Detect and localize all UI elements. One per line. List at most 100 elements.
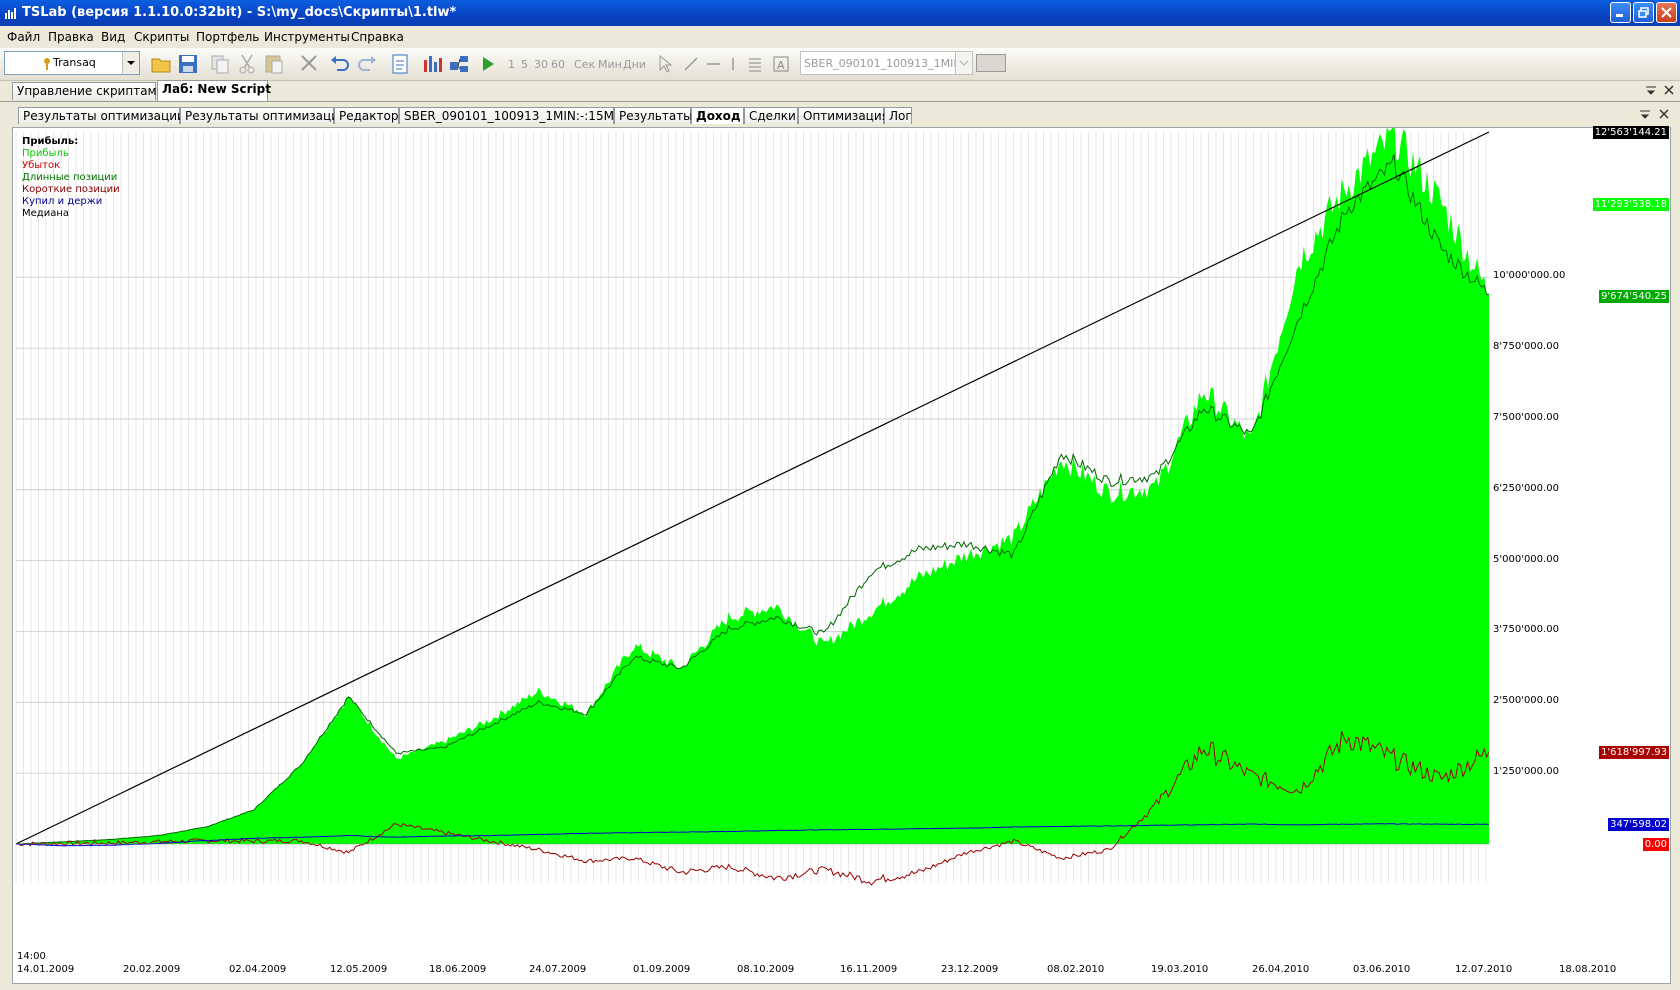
x-tick-label: 23.12.2009 xyxy=(941,964,999,975)
bar-chart-icon[interactable] xyxy=(421,52,443,76)
interval-60[interactable]: 60 xyxy=(551,58,565,71)
cut-icon[interactable] xyxy=(236,52,258,76)
script-properties-icon[interactable] xyxy=(389,52,411,76)
legend-item: Убыток xyxy=(22,160,61,171)
maximize-button[interactable] xyxy=(1633,2,1654,23)
tab-optimization-results-2[interactable]: Результаты оптимизации xyxy=(180,107,347,124)
chart-legend: Прибыль: Прибыль Убыток Длинные позиции Кор… xyxy=(22,136,120,220)
legend-item: Короткие позиции xyxy=(22,184,120,195)
x-tick-label: 12.07.2010 xyxy=(1455,964,1513,975)
value-badge: 11'293'538.18 xyxy=(1592,197,1669,211)
tab-optimization[interactable]: Оптимизация xyxy=(798,107,889,124)
close-icon xyxy=(1661,7,1672,18)
menu-bar: Файл Правка Вид Скрипты Портфель Инструм… xyxy=(0,26,1680,48)
text-tool-icon[interactable]: A xyxy=(772,52,790,76)
window-title: TSLab (версия 1.1.10.0:32bit) - S:\my_do… xyxy=(22,5,457,20)
legend-item: Медиана xyxy=(22,208,69,219)
x-tick-label: 08.02.2010 xyxy=(1047,964,1105,975)
connector-label: Transaq xyxy=(53,56,96,69)
income-chart-plot xyxy=(15,128,1490,886)
chevron-down-icon xyxy=(122,52,139,74)
tab-log[interactable]: Лог xyxy=(884,107,912,124)
symbol-select[interactable]: SBER_090101_100913_1MIN:- xyxy=(800,51,973,75)
run-icon[interactable] xyxy=(478,52,498,76)
tslab-chart-icon xyxy=(5,8,16,19)
tab-results[interactable]: Результаты xyxy=(614,107,693,124)
copy-icon[interactable] xyxy=(209,52,231,76)
interval-1[interactable]: 1 xyxy=(508,58,515,71)
tab-lab-new-script[interactable]: Лаб: New Script xyxy=(157,80,271,101)
legend-title: Прибыль: xyxy=(22,136,79,147)
income-chart: Прибыль: Прибыль Убыток Длинные позиции Кор… xyxy=(12,126,1671,984)
inner-panel-menu-icon[interactable] xyxy=(1639,108,1651,120)
key-icon xyxy=(44,58,50,70)
restore-icon xyxy=(1638,7,1649,18)
y-tick-label: 6'250'000.00 xyxy=(1493,482,1559,494)
inner-tab-row: Результаты оптимизации Результаты оптими… xyxy=(6,103,1674,125)
menu-portfolio[interactable]: Портфель xyxy=(196,30,259,44)
value-badge: 9'674'540.25 xyxy=(1599,289,1669,303)
connector-select[interactable]: Transaq xyxy=(4,51,140,75)
unit-seconds[interactable]: Сек xyxy=(574,58,595,71)
color-swatch[interactable] xyxy=(976,54,1006,72)
pointer-icon[interactable] xyxy=(656,52,674,76)
title-bar: TSLab (версия 1.1.10.0:32bit) - S:\my_do… xyxy=(0,0,1680,26)
value-badge: 1'618'997.93 xyxy=(1599,746,1669,760)
tab-income[interactable]: Доход xyxy=(691,107,744,124)
menu-view[interactable]: Вид xyxy=(101,30,125,44)
x-tick-label: 18.06.2009 xyxy=(429,964,487,975)
menu-edit[interactable]: Правка xyxy=(48,30,94,44)
unit-minutes[interactable]: Мин xyxy=(598,58,622,71)
delete-icon[interactable] xyxy=(298,52,320,76)
tab-symbol-chart[interactable]: SBER_090101_100913_1MIN:-:15M xyxy=(399,107,614,124)
x-tick-label: 26.04.2010 xyxy=(1252,964,1310,975)
menu-file[interactable]: Файл xyxy=(7,30,40,44)
y-tick-label: 3'750'000.00 xyxy=(1493,624,1559,636)
value-badge: 347'598.02 xyxy=(1608,818,1669,832)
minimize-button[interactable] xyxy=(1610,2,1631,23)
undo-icon[interactable] xyxy=(329,52,351,76)
y-tick-label: 5'000'000.00 xyxy=(1493,553,1559,565)
legend-item: Длинные позиции xyxy=(22,172,118,183)
tab-trades[interactable]: Сделки xyxy=(744,107,798,124)
save-icon[interactable] xyxy=(177,52,199,76)
x-tick-label: 14.01.2009 xyxy=(17,964,75,975)
open-folder-icon[interactable] xyxy=(150,52,172,76)
close-window-button[interactable] xyxy=(1656,2,1677,23)
symbol-chevron-icon xyxy=(955,52,972,74)
close-tab-icon[interactable] xyxy=(1663,84,1675,96)
unit-days[interactable]: Дни xyxy=(623,58,646,71)
redo-icon[interactable] xyxy=(356,52,378,76)
tab-script-management[interactable]: Управление скриптами xyxy=(12,82,164,100)
x-tick-label: 08.10.2009 xyxy=(737,964,795,975)
paste-icon[interactable] xyxy=(263,52,285,76)
interval-5[interactable]: 5 xyxy=(521,58,528,71)
x-tick-label: 24.07.2009 xyxy=(529,964,587,975)
horizontal-line-icon[interactable] xyxy=(704,52,722,76)
legend-items: Прибыль Убыток Длинные позиции Короткие поз… xyxy=(22,148,120,220)
menu-scripts[interactable]: Скрипты xyxy=(134,30,189,44)
y-tick-label: 2'500'000.00 xyxy=(1493,695,1559,707)
y-tick-label: 8'750'000.00 xyxy=(1493,341,1559,353)
legend-item: Прибыль xyxy=(22,148,69,159)
time-label: 14:00 xyxy=(17,951,46,962)
interval-30[interactable]: 30 xyxy=(534,58,548,71)
tab-optimization-results-1[interactable]: Результаты оптимизации xyxy=(18,107,185,124)
vertical-line-icon[interactable] xyxy=(728,52,738,76)
x-tick-label: 01.09.2009 xyxy=(633,964,691,975)
menu-help[interactable]: Справка xyxy=(351,30,404,44)
panel-menu-icon[interactable] xyxy=(1645,84,1657,96)
y-tick-label: 7'500'000.00 xyxy=(1493,411,1559,423)
minimize-icon xyxy=(1616,14,1623,17)
outer-tab-row: Управление скриптами Лаб: New Script xyxy=(0,80,1680,102)
draw-line-icon[interactable] xyxy=(682,52,700,76)
optimization-icon[interactable] xyxy=(448,52,470,76)
tab-editor[interactable]: Редактор xyxy=(334,107,399,124)
menu-tools[interactable]: Инструменты xyxy=(264,30,350,44)
x-tick-label: 12.05.2009 xyxy=(330,964,388,975)
x-tick-label: 03.06.2010 xyxy=(1353,964,1411,975)
fibonacci-icon[interactable] xyxy=(746,52,764,76)
x-tick-label: 02.04.2009 xyxy=(229,964,287,975)
value-badge: 0.00 xyxy=(1642,838,1669,851)
inner-close-tab-icon[interactable] xyxy=(1658,108,1670,120)
